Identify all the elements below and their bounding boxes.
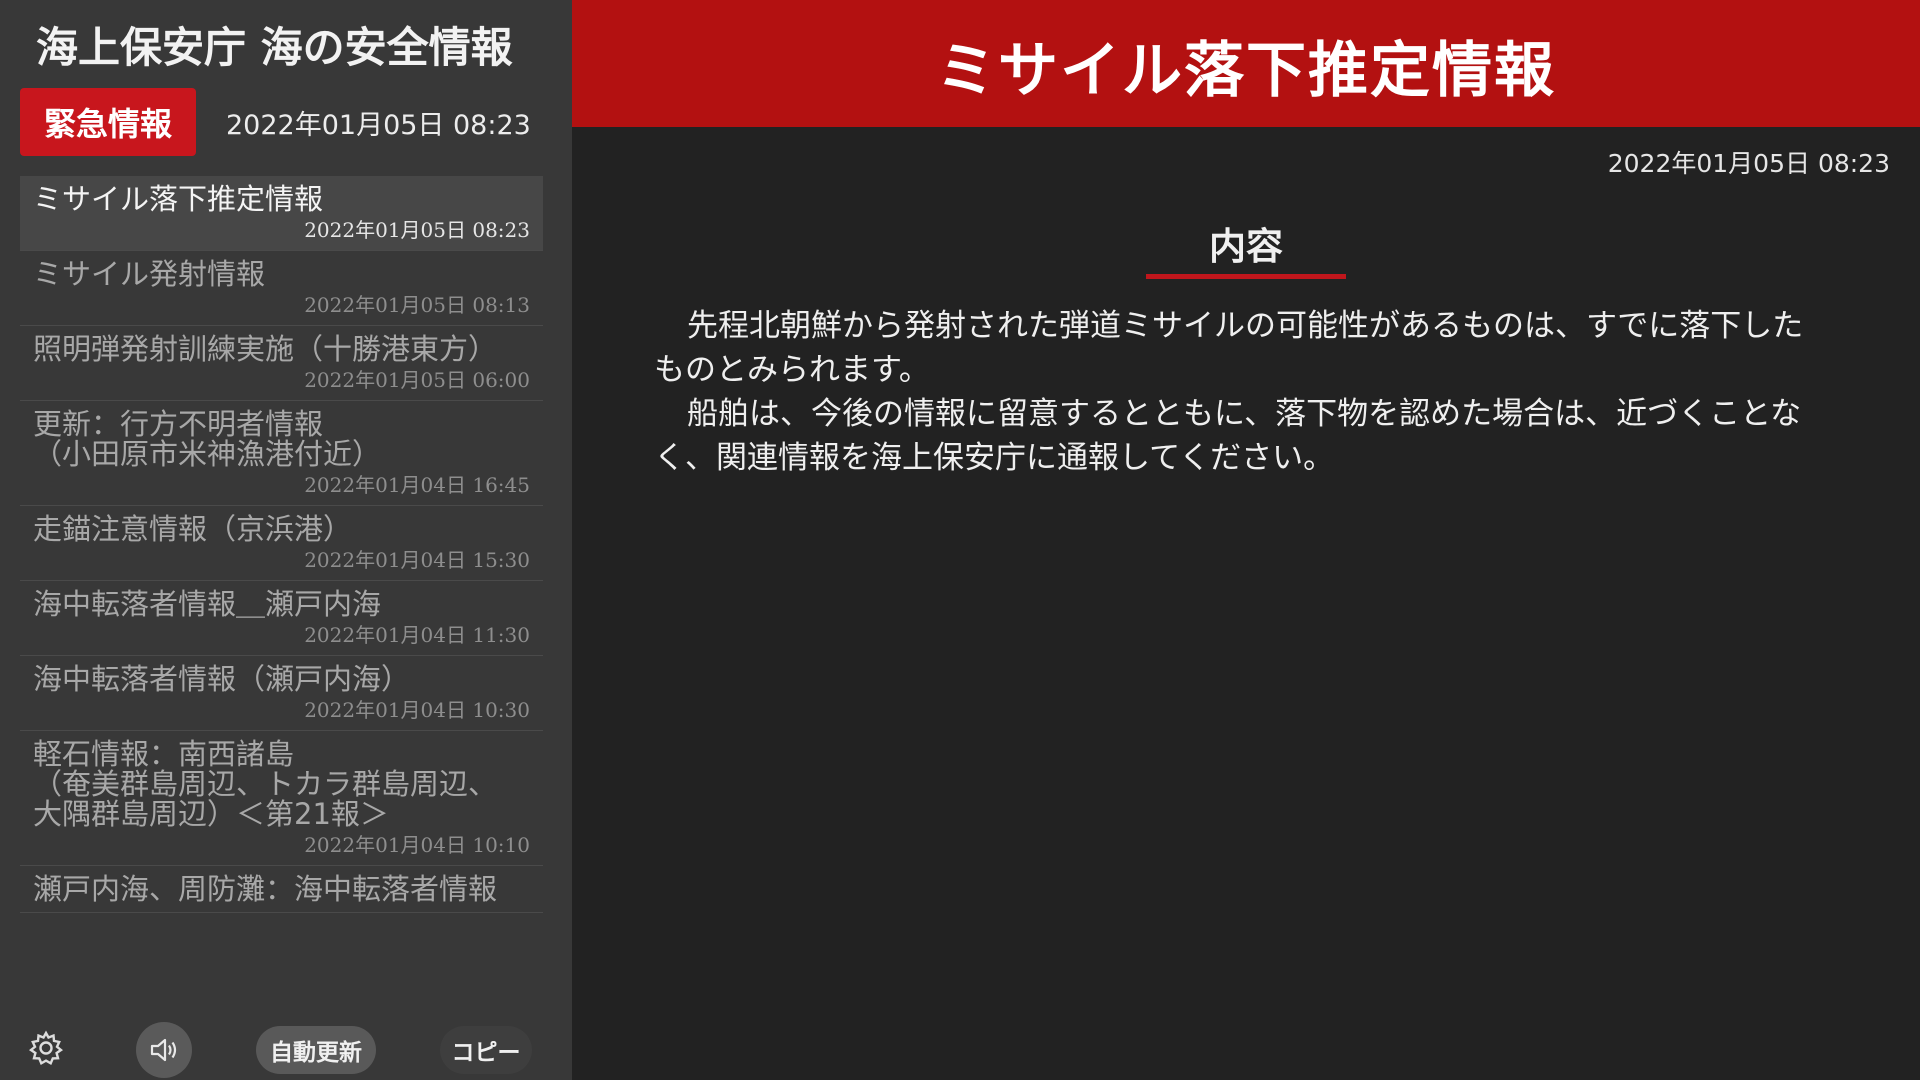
sidebar: 海上保安庁 海の安全情報 緊急情報 2022年01月05日 08:23 ミサイル… <box>0 0 572 1080</box>
sidebar-toolbar: 自動更新 コピー <box>0 1012 572 1080</box>
notice-title: ミサイル落下推定情報 <box>936 36 1556 106</box>
list-item-time: 2022年01月05日 08:13 <box>304 293 530 317</box>
list-item-title: 瀬戸内海、周防灘：海中転落者情報 <box>33 872 498 906</box>
emergency-timestamp: 2022年01月05日 08:23 <box>226 109 531 141</box>
app-window: 海上保安庁 海の安全情報 緊急情報 2022年01月05日 08:23 ミサイル… <box>0 0 1920 1080</box>
body-paragraph: 先程北朝鮮から発射された弾道ミサイルの可能性があるものは、すでに落下したものとみ… <box>654 308 1804 388</box>
list-item-time: 2022年01月05日 08:23 <box>304 218 530 242</box>
section-heading: 内容 <box>1209 225 1283 268</box>
list-item-title: 海中転落者情報（瀬戸内海） <box>33 662 411 696</box>
list-item-title: ミサイル発射情報 <box>33 257 266 291</box>
list-item-title: 海中転落者情報＿瀬戸内海 <box>33 587 382 621</box>
list-item-title: 走錨注意情報（京浜港） <box>33 512 353 546</box>
list-item[interactable]: 軽石情報：南西諸島 （奄美群島周辺、トカラ群島周辺、 大隅群島周辺）＜第21報＞… <box>20 731 543 866</box>
notice-timestamp: 2022年01月05日 08:23 <box>1607 149 1890 178</box>
notice-body: 先程北朝鮮から発射された弾道ミサイルの可能性があるものは、すでに落下したものとみ… <box>654 304 1824 480</box>
section-heading-block: 内容 <box>1146 222 1346 279</box>
body-paragraph: 船舶は、今後の情報に留意するとともに、落下物を認めた場合は、近づくことなく、関連… <box>654 396 1802 476</box>
sound-toggle-button[interactable] <box>136 1022 192 1078</box>
emergency-row: 緊急情報 2022年01月05日 08:23 <box>20 88 552 156</box>
gear-icon <box>28 1030 64 1066</box>
list-item-title: ミサイル落下推定情報 <box>33 182 324 216</box>
list-item-selected[interactable]: ミサイル落下推定情報 2022年01月05日 08:23 <box>20 176 543 251</box>
notice-list[interactable]: ミサイル落下推定情報 2022年01月05日 08:23 ミサイル発射情報 20… <box>20 176 543 1008</box>
copy-button[interactable]: コピー <box>440 1026 532 1074</box>
list-item[interactable]: 海中転落者情報（瀬戸内海） 2022年01月04日 10:30 <box>20 656 543 731</box>
list-item-time: 2022年01月04日 15:30 <box>304 548 530 572</box>
auto-update-button[interactable]: 自動更新 <box>256 1026 376 1074</box>
notice-header: ミサイル落下推定情報 <box>572 0 1920 127</box>
list-item-time: 2022年01月04日 16:45 <box>304 473 530 497</box>
list-item-title: 軽石情報：南西諸島 （奄美群島周辺、トカラ群島周辺、 大隅群島周辺）＜第21報＞ <box>33 737 498 831</box>
list-item-time: 2022年01月04日 11:30 <box>304 623 530 647</box>
list-item[interactable]: 更新：行方不明者情報 （小田原市米神漁港付近） 2022年01月04日 16:4… <box>20 401 543 506</box>
speaker-icon <box>150 1038 177 1062</box>
list-item[interactable]: 海中転落者情報＿瀬戸内海 2022年01月04日 11:30 <box>20 581 543 656</box>
app-title: 海上保安庁 海の安全情報 <box>36 23 513 72</box>
settings-button[interactable] <box>24 1026 68 1070</box>
list-item[interactable]: 照明弾発射訓練実施（十勝港東方） 2022年01月05日 06:00 <box>20 326 543 401</box>
list-item-time: 2022年01月04日 10:30 <box>304 698 530 722</box>
list-item[interactable]: 走錨注意情報（京浜港） 2022年01月04日 15:30 <box>20 506 543 581</box>
list-item-time: 2022年01月05日 06:00 <box>304 368 530 392</box>
section-underline <box>1146 274 1346 279</box>
list-item-time: 2022年01月04日 10:10 <box>304 833 530 857</box>
emergency-button[interactable]: 緊急情報 <box>20 88 196 156</box>
list-item[interactable]: ミサイル発射情報 2022年01月05日 08:13 <box>20 251 543 326</box>
list-item[interactable]: 瀬戸内海、周防灘：海中転落者情報 <box>20 866 543 913</box>
list-item-title: 照明弾発射訓練実施（十勝港東方） <box>33 332 498 366</box>
list-item-title: 更新：行方不明者情報 （小田原市米神漁港付近） <box>33 407 382 471</box>
